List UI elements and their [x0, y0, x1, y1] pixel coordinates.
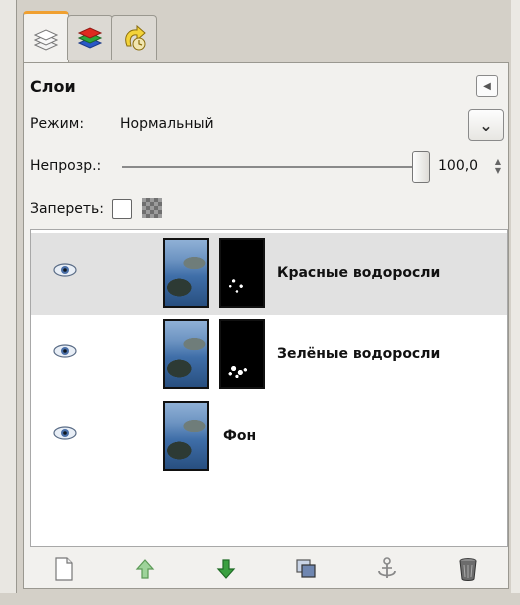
anchor-layer-icon	[378, 557, 396, 578]
raise-layer-button[interactable]	[130, 554, 160, 584]
lower-layer-button[interactable]	[211, 554, 241, 584]
new-layer-button[interactable]	[49, 554, 79, 584]
layers-dock-window: Слои ◀ Режим: Нормальный ⌄ Непрозр.: 100…	[16, 0, 511, 593]
spin-down-icon: ▼	[494, 166, 502, 175]
layers-list[interactable]: Красные водоросли Зелёные водоросли Фон	[30, 229, 508, 547]
layer-name[interactable]: Красные водоросли	[277, 265, 440, 281]
anchor-layer-button[interactable]	[372, 554, 402, 584]
eye-icon[interactable]	[53, 425, 77, 441]
window-edge-left	[0, 0, 16, 605]
layers-icon	[33, 29, 59, 51]
layer-mask-thumbnail[interactable]	[219, 319, 265, 389]
opacity-spin-button[interactable]: ▲ ▼	[492, 155, 504, 177]
undo-history-icon	[125, 24, 146, 51]
opacity-slider-thumb[interactable]	[412, 151, 430, 183]
window-edge-right	[510, 0, 520, 605]
channels-icon	[77, 27, 103, 49]
raise-layer-icon	[135, 559, 155, 579]
eye-icon[interactable]	[53, 262, 77, 278]
opacity-label: Непрозр.:	[30, 158, 102, 174]
layer-thumbnail[interactable]	[163, 319, 209, 389]
chevron-down-icon: ⌄	[479, 115, 493, 135]
layer-mask-thumbnail[interactable]	[219, 238, 265, 308]
opacity-slider-track[interactable]	[122, 166, 414, 168]
eye-icon[interactable]	[53, 343, 77, 359]
tab-channels[interactable]	[67, 15, 113, 60]
layer-row[interactable]: Красные водоросли	[31, 233, 507, 315]
tab-menu-button[interactable]: ◀	[476, 75, 498, 97]
tab-undo-history[interactable]	[111, 15, 157, 60]
tab-menu-icon: ◀	[483, 80, 491, 92]
layer-name[interactable]: Зелёные водоросли	[277, 346, 440, 362]
delete-layer-button[interactable]	[453, 554, 483, 584]
dock-tab-bar	[17, 0, 511, 66]
duplicate-layer-button[interactable]	[291, 554, 321, 584]
lock-pixels-checkbox[interactable]	[112, 199, 132, 219]
new-layer-icon	[55, 557, 73, 581]
layer-thumbnail[interactable]	[163, 401, 209, 471]
lock-label: Запереть:	[30, 201, 104, 217]
lower-layer-icon	[216, 559, 235, 579]
tab-layers[interactable]	[23, 11, 69, 66]
lock-alpha-icon[interactable]	[142, 198, 162, 218]
duplicate-layer-icon	[296, 559, 316, 578]
window-edge-bottom	[0, 593, 520, 605]
spin-up-icon: ▲	[494, 157, 502, 166]
delete-layer-icon	[459, 558, 477, 581]
layer-row[interactable]: Зелёные водоросли	[31, 314, 507, 396]
opacity-value[interactable]: 100,0	[438, 158, 478, 174]
mode-value[interactable]: Нормальный	[120, 116, 214, 132]
layers-toolbar	[24, 551, 508, 587]
layer-thumbnail[interactable]	[163, 238, 209, 308]
layers-panel: Слои ◀ Режим: Нормальный ⌄ Непрозр.: 100…	[23, 62, 509, 589]
layer-row[interactable]: Фон	[31, 396, 507, 478]
mode-label: Режим:	[30, 116, 85, 132]
layer-name[interactable]: Фон	[223, 428, 256, 444]
panel-title: Слои	[30, 77, 76, 96]
mode-dropdown-button[interactable]: ⌄	[468, 109, 504, 141]
